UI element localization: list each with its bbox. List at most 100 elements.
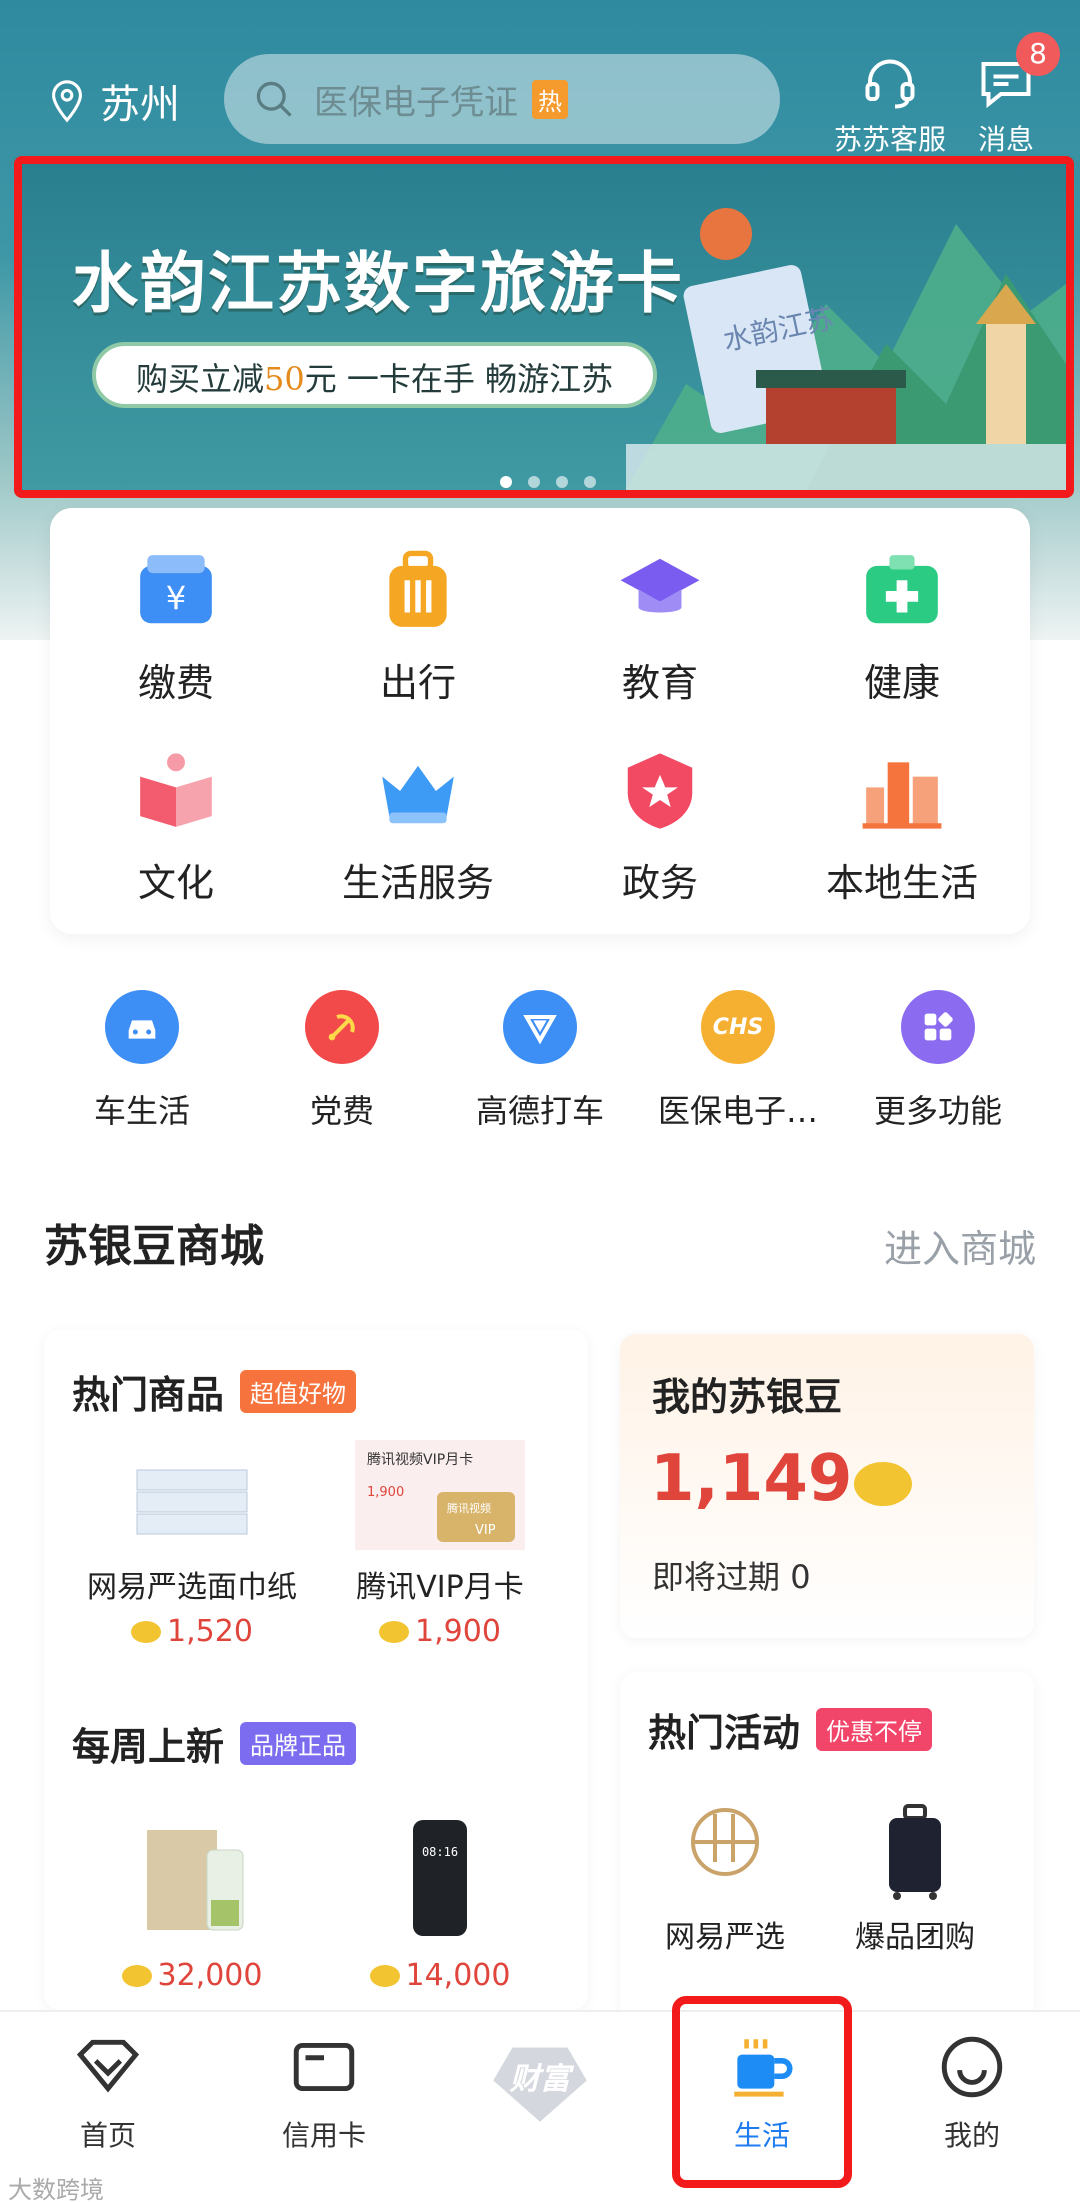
party-icon <box>305 990 379 1064</box>
category-life-service[interactable]: 生活服务 <box>308 748 528 907</box>
category-travel[interactable]: 出行 <box>308 548 528 707</box>
my-beans-title: 我的苏银豆 <box>652 1375 843 1419</box>
banner-discount: 50 <box>264 360 305 398</box>
pagination-dot-active[interactable] <box>500 476 512 488</box>
credit-card-icon <box>293 2042 355 2092</box>
my-beans-card[interactable]: 我的苏银豆 1,149 即将过期 0 <box>620 1334 1034 1638</box>
smart-speaker-product-image: 08:16 <box>413 1820 467 1936</box>
messages-button[interactable]: 消息 8 <box>976 32 1060 158</box>
product-name: 腾讯VIP月卡 <box>356 1570 524 1605</box>
grid-icon <box>901 990 975 1064</box>
bean-icon <box>854 1462 912 1506</box>
city-label: 苏州 <box>100 82 180 128</box>
banner-subtitle: 购买立减50元 一卡在手 畅游江苏 <box>92 342 658 408</box>
product-tencent-vip[interactable]: 腾讯视频VIP月卡 1,900 腾讯视频 VIP 腾讯VIP月卡 1,900 <box>320 1440 560 1649</box>
badge-star-icon <box>627 753 693 829</box>
hot-products-tag: 超值好物 <box>240 1370 357 1413</box>
book-icon <box>140 753 212 827</box>
home-diamond-icon <box>76 2039 140 2093</box>
banner-subtitle-prefix: 购买立减 <box>136 360 265 398</box>
weekly-new-tag: 品牌正品 <box>240 1722 357 1765</box>
product-tissue[interactable]: 网易严选面巾纸 1,520 <box>72 1440 312 1649</box>
category-culture[interactable]: 文化 <box>66 748 286 907</box>
beans-expiring-label: 即将过期 <box>652 1558 781 1596</box>
beans-expiring: 即将过期 0 <box>652 1552 811 1598</box>
category-label: 出行 <box>379 661 456 705</box>
category-label: 缴费 <box>137 661 214 705</box>
location-pin-icon <box>52 80 82 123</box>
vip-image-price: 1,900 <box>367 1485 404 1500</box>
category-label: 健康 <box>863 661 940 705</box>
quick-label: 更多功能 <box>873 1092 1002 1130</box>
hot-activities-header: 热门活动 优惠不停 <box>648 1702 933 1757</box>
banner-subtitle-suffix: 元 一卡在手 畅游江苏 <box>304 360 614 398</box>
product-price-value: 1,520 <box>167 1614 253 1649</box>
category-education[interactable]: 教育 <box>550 548 770 707</box>
tab-credit-card[interactable]: 信用卡 <box>254 2030 394 2154</box>
vip-image-vip: VIP <box>475 1523 496 1538</box>
banner-title: 水韵江苏数字旅游卡 <box>72 244 684 322</box>
pagination-dot[interactable] <box>556 476 568 488</box>
promo-banner[interactable]: 水韵江苏数字旅游卡 购买立减50元 一卡在手 畅游江苏 水韵江苏 <box>14 156 1074 498</box>
customer-service-button[interactable]: 苏苏客服 <box>834 54 946 158</box>
beans-expiring-value: 0 <box>790 1558 811 1596</box>
hot-products-title: 热门商品 <box>72 1373 225 1417</box>
category-label: 本地生活 <box>825 861 978 905</box>
quick-amap-taxi[interactable]: 高德打车 <box>450 990 630 1132</box>
tab-label: 首页 <box>79 2119 136 2152</box>
chs-icon: CHS <box>701 990 775 1064</box>
quick-label: 党费 <box>309 1092 374 1130</box>
graduation-cap-icon <box>620 558 700 613</box>
enter-mall-link[interactable]: 进入商城 <box>884 1218 1036 1273</box>
netease-logo-icon <box>691 1808 759 1876</box>
bean-icon <box>131 1620 162 1643</box>
vip-card-product-image: 腾讯视频VIP月卡 1,900 腾讯视频 VIP <box>355 1440 525 1550</box>
tab-home[interactable]: 首页 <box>38 2030 178 2154</box>
activity-group-buy[interactable]: 爆品团购 <box>820 1802 1010 1956</box>
search-input[interactable]: 医保电子凭证 热 <box>224 54 780 144</box>
car-icon <box>105 990 179 1064</box>
quick-car-life[interactable]: 车生活 <box>52 990 232 1132</box>
category-local-life[interactable]: 本地生活 <box>792 748 1012 907</box>
bean-icon <box>369 1964 400 1987</box>
suitcase-icon <box>889 1804 941 1900</box>
medical-kit-icon <box>866 555 938 624</box>
product-speaker[interactable]: 08:16 14,000 <box>320 1800 560 1993</box>
banner-pagination <box>500 476 596 488</box>
quick-medical-insurance[interactable]: CHS 医保电子… <box>648 990 828 1132</box>
quick-label: 车生活 <box>93 1092 190 1130</box>
city-buildings-icon <box>862 762 942 829</box>
category-health[interactable]: 健康 <box>792 548 1012 707</box>
category-government[interactable]: 政务 <box>550 748 770 907</box>
quick-party-fee[interactable]: 党费 <box>252 990 432 1132</box>
tab-wealth[interactable]: 财富 <box>470 2030 610 2130</box>
product-price: 1,520 <box>131 1614 253 1649</box>
pagination-dot[interactable] <box>528 476 540 488</box>
product-tea[interactable]: 32,000 <box>72 1800 312 1993</box>
product-name: 网易严选面巾纸 <box>87 1570 297 1605</box>
product-price-value: 14,000 <box>405 1958 511 1993</box>
category-label: 文化 <box>137 861 214 905</box>
products-card: 热门商品 超值好物 网易严选面巾纸 1,520 腾讯视频VIP月卡 1,900 … <box>44 1330 588 2010</box>
vip-image-title: 腾讯视频VIP月卡 <box>367 1451 473 1468</box>
product-price-value: 32,000 <box>157 1958 263 1993</box>
city-selector[interactable]: 苏州 <box>44 72 180 130</box>
mall-title: 苏银豆商城 <box>44 1221 264 1272</box>
category-grid: ¥ 缴费 出行 教育 健康 文化 生活服务 政务 本地生活 <box>50 508 1030 934</box>
activity-netease[interactable]: 网易严选 <box>630 1802 820 1956</box>
bean-icon <box>121 1964 152 1987</box>
quick-more-functions[interactable]: 更多功能 <box>848 990 1028 1132</box>
pagination-dot[interactable] <box>584 476 596 488</box>
product-price-value: 1,900 <box>415 1614 501 1649</box>
hot-activities-title: 热门活动 <box>648 1711 801 1755</box>
product-price: 1,900 <box>379 1614 501 1649</box>
quick-label: 高德打车 <box>475 1092 604 1130</box>
tab-mine[interactable]: 我的 <box>902 2030 1042 2154</box>
navigation-icon <box>503 990 577 1064</box>
category-label: 生活服务 <box>341 861 494 905</box>
wealth-logo-text: 财富 <box>509 2062 575 2097</box>
customer-service-label: 苏苏客服 <box>834 123 947 156</box>
messages-label: 消息 <box>977 123 1034 156</box>
tab-label: 我的 <box>943 2119 1000 2152</box>
category-payment[interactable]: ¥ 缴费 <box>66 548 286 707</box>
